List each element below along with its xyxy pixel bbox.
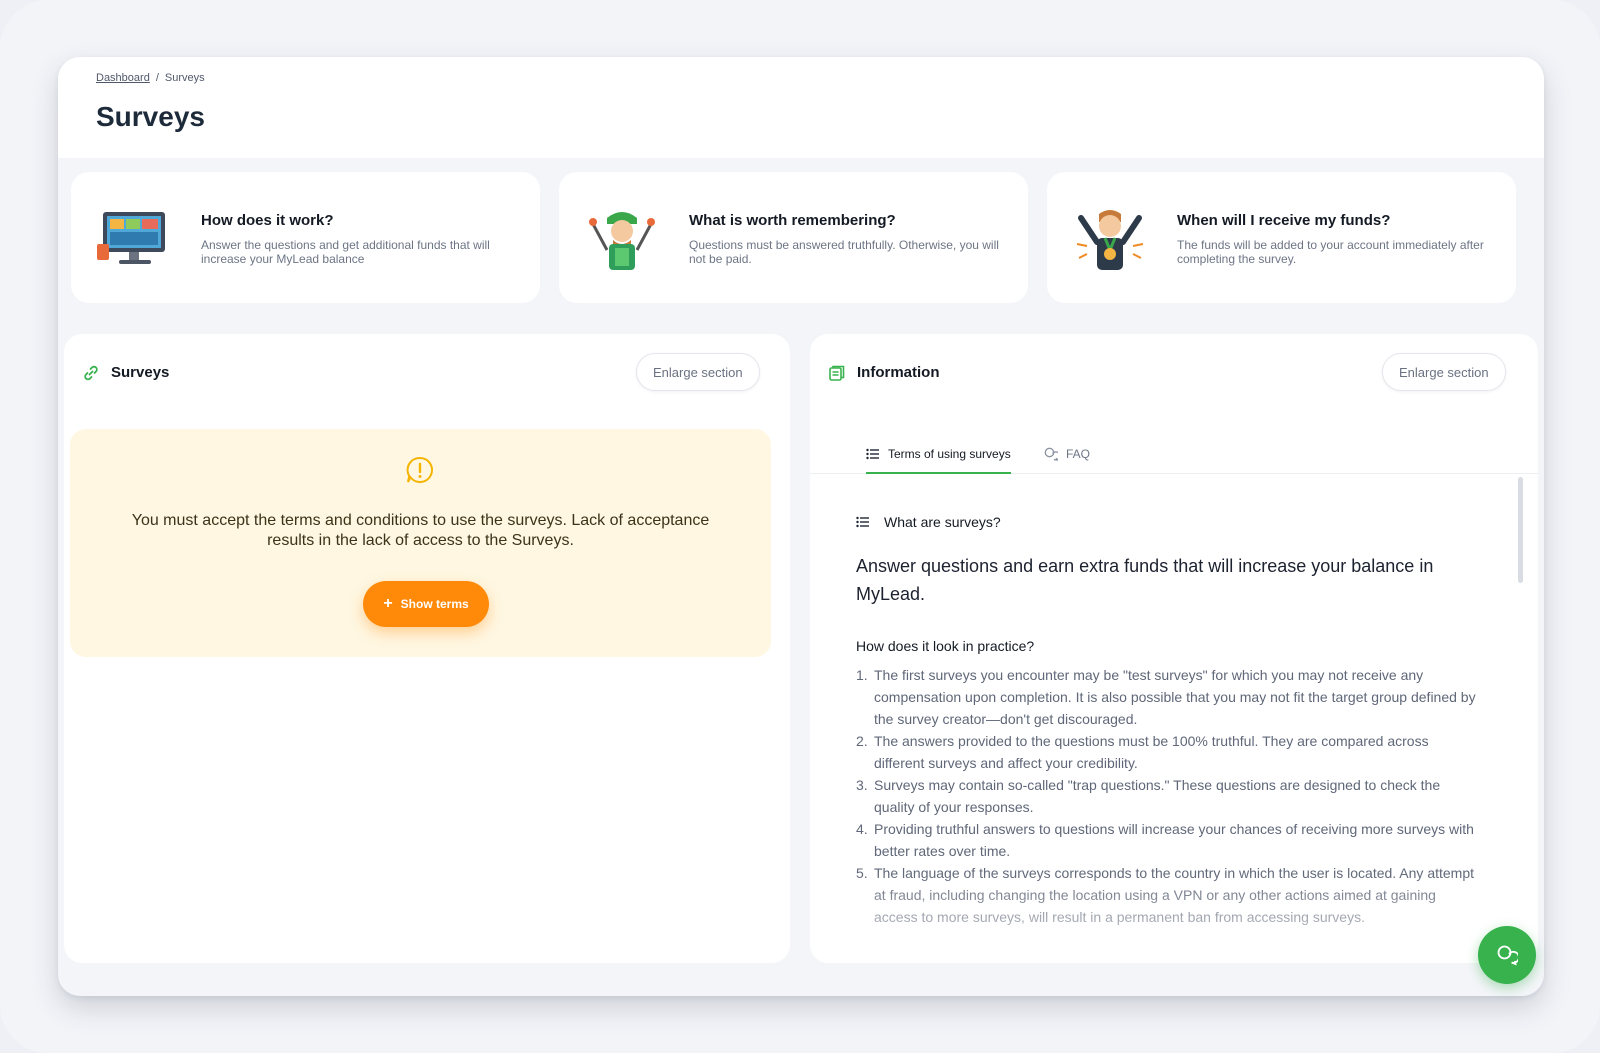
terms-notice-text: You must accept the terms and conditions… <box>131 512 710 549</box>
breadcrumb-current: Surveys <box>164 72 205 84</box>
info-card-title: What is worth remembering? <box>689 212 896 229</box>
chat-icon <box>1044 447 1058 461</box>
info-card-description: Questions must be answered truthfully. O… <box>689 238 999 266</box>
enlarge-surveys-button[interactable]: Enlarge section <box>636 353 760 391</box>
winner-with-medal-illustration-icon <box>1076 210 1144 270</box>
lead-paragraph: Answer questions and earn extra funds th… <box>856 556 1434 604</box>
enlarge-information-button[interactable]: Enlarge section <box>1382 353 1506 391</box>
practice-subheading: How does it look in practice? <box>856 638 1035 654</box>
worker-with-tools-illustration-icon <box>589 212 655 270</box>
plus-icon: + <box>383 595 393 612</box>
breadcrumb: Dashboard / Surveys <box>96 72 205 84</box>
list-icon <box>856 516 869 528</box>
terms-notice: You must accept the terms and conditions… <box>70 429 771 657</box>
information-panel-title: Information <box>857 364 940 381</box>
info-card-worth-remembering: What is worth remembering? Questions mus… <box>559 172 1028 303</box>
chat-button[interactable] <box>1478 926 1536 984</box>
monitor-illustration-icon <box>97 212 165 264</box>
link-icon <box>84 365 98 381</box>
tab-faq[interactable]: FAQ <box>1044 436 1090 472</box>
info-card-description: Answer the questions and get additional … <box>201 238 490 266</box>
page-header: Dashboard / Surveys Surveys <box>58 57 1544 158</box>
list-icon <box>866 448 879 460</box>
app-window: Dashboard / Surveys Surveys How does it … <box>58 57 1544 996</box>
breadcrumb-separator: / <box>155 72 159 84</box>
document-icon <box>829 365 845 381</box>
info-tabs: Terms of using surveys FAQ <box>810 424 1538 474</box>
section-title: What are surveys? <box>884 514 1001 530</box>
content-scrollbar[interactable] <box>1518 477 1523 583</box>
info-card-receive-funds: When will I receive my funds? The funds … <box>1047 172 1516 303</box>
info-card-how-it-works: How does it work? Answer the questions a… <box>71 172 540 303</box>
show-terms-label: Show terms <box>400 597 469 611</box>
list-item: 3. Surveys may contain so-called "trap qu… <box>856 777 1441 815</box>
info-card-title: How does it work? <box>201 212 334 229</box>
surveys-panel: Surveys Enlarge section You must accept … <box>64 334 790 963</box>
info-card-title: When will I receive my funds? <box>1177 212 1391 229</box>
chat-bubbles-icon <box>1497 945 1518 966</box>
section-heading: What are surveys? <box>856 514 1476 530</box>
info-card-description: The funds will be added to your account … <box>1177 238 1484 266</box>
list-item: 4. Providing truthful answers to question… <box>856 821 1474 859</box>
surveys-panel-title: Surveys <box>111 364 170 381</box>
list-item: 5. The language of the surveys correspond… <box>856 865 1475 925</box>
breadcrumb-dashboard-link[interactable]: Dashboard <box>96 72 150 84</box>
list-item: 1. The first surveys you encounter may be… <box>856 667 1476 727</box>
show-terms-button[interactable]: + Show terms <box>363 581 489 627</box>
alert-icon <box>406 456 433 483</box>
information-panel: Information Enlarge section Terms of usi… <box>810 334 1538 963</box>
terms-content: What are surveys? Answer questions and e… <box>856 514 1476 928</box>
tab-faq-label: FAQ <box>1066 447 1091 461</box>
rules-list: 1. The first surveys you encounter may be… <box>856 664 1476 928</box>
list-item: 2. The answers provided to the questions … <box>856 733 1429 771</box>
tab-terms-of-using-surveys[interactable]: Terms of using surveys <box>866 436 1011 474</box>
tab-terms-label: Terms of using surveys <box>888 447 1011 461</box>
page-title: Surveys <box>96 101 205 132</box>
app-background: Dashboard / Surveys Surveys How does it … <box>0 0 1600 1053</box>
